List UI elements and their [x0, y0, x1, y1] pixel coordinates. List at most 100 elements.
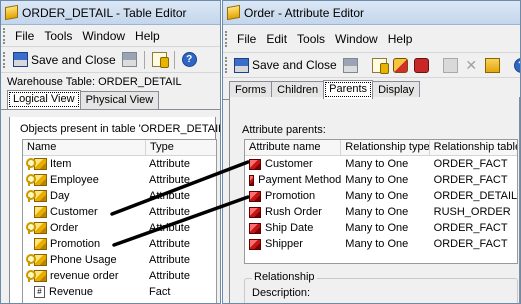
delete-x-icon: ✕	[465, 56, 478, 73]
keys-button[interactable]	[390, 55, 411, 76]
table-row[interactable]: Item Attribute	[23, 156, 216, 172]
attribute-icon	[34, 254, 47, 266]
parent-attribute-icon	[249, 238, 261, 250]
table-row[interactable]: Order Attribute	[23, 220, 216, 236]
key-icon	[25, 158, 36, 170]
menu-help[interactable]: Help	[383, 32, 418, 46]
row-name-cell: Shipper	[245, 236, 341, 252]
column-header-attribute-name[interactable]: Attribute name	[245, 140, 342, 155]
tab-physical-view[interactable]: Physical View	[79, 91, 160, 109]
menu-edit[interactable]: Edit	[261, 32, 292, 46]
save-button[interactable]	[340, 55, 361, 76]
attribute-editor-titlebar[interactable]: Order - Attribute Editor	[223, 1, 520, 25]
table-editor-window: ORDER_DETAIL - Table Editor File Tools W…	[0, 0, 221, 304]
row-relationship-type: Many to One	[345, 190, 409, 202]
table-row[interactable]: revenue order Attribute	[23, 268, 216, 284]
objects-list[interactable]: Name Type Item Attribute Employee Attribute…	[22, 139, 217, 303]
row-name: Rush Order	[265, 206, 322, 218]
table-row[interactable]: Day Attribute	[23, 188, 216, 204]
row-type: Fact	[149, 286, 171, 298]
table-row[interactable]: Payment Method Many to One ORDER_FACT	[245, 172, 517, 188]
menu-file[interactable]: File	[10, 29, 39, 43]
row-name-cell: Employee	[23, 172, 146, 188]
row-name: Payment Method	[258, 174, 342, 186]
table-row[interactable]: Promotion Attribute	[23, 236, 216, 252]
menu-tools[interactable]: Tools	[292, 32, 330, 46]
row-type: Attribute	[149, 190, 190, 202]
row-name-cell: Day	[23, 188, 146, 204]
properties-icon	[371, 57, 389, 74]
parent-attribute-icon	[249, 222, 261, 234]
attribute-editor-window: Order - Attribute Editor File Edit Tools…	[222, 0, 521, 304]
properties-button[interactable]	[149, 49, 170, 70]
parent-attribute-icon	[249, 158, 261, 170]
save-and-close-label: Save and Close	[31, 52, 116, 67]
row-name-cell: revenue order	[23, 268, 146, 284]
hierarchy-button[interactable]	[482, 55, 503, 76]
column-header-relationship-type[interactable]: Relationship type	[341, 140, 430, 155]
attribute-relations-button[interactable]	[411, 55, 432, 76]
table-editor-titlebar[interactable]: ORDER_DETAIL - Table Editor	[1, 1, 220, 25]
attribute-parents-list[interactable]: Attribute name Relationship type Relatio…	[244, 139, 518, 264]
row-relationship-type: Many to One	[345, 174, 409, 186]
row-relationship-table: ORDER_DETAIL	[433, 190, 517, 202]
save-and-close-button[interactable]: Save and Close	[10, 49, 119, 70]
save-and-close-button[interactable]: Save and Close	[231, 55, 340, 76]
attribute-parents-label: Attribute parents:	[242, 124, 326, 136]
key-icon	[25, 190, 36, 202]
column-header-relationship-table[interactable]: Relationship table	[430, 140, 517, 155]
table-row[interactable]: Employee Attribute	[23, 172, 216, 188]
help-icon: ?	[181, 52, 197, 67]
edit-icon	[442, 57, 458, 73]
table-row[interactable]: Promotion Many to One ORDER_DETAIL	[245, 188, 517, 204]
table-row[interactable]: # Revenue Fact	[23, 284, 216, 300]
menu-window[interactable]: Window	[77, 29, 130, 43]
table-row[interactable]: Customer Attribute	[23, 204, 216, 220]
table-row[interactable]: Ship Date Many to One ORDER_FACT	[245, 220, 517, 236]
menu-window[interactable]: Window	[330, 32, 383, 46]
properties-button[interactable]	[369, 55, 390, 76]
delete-button[interactable]: ✕	[461, 55, 482, 76]
menu-help[interactable]: Help	[130, 29, 165, 43]
column-header-type[interactable]: Type	[146, 140, 216, 155]
table-row[interactable]: Shipper Many to One ORDER_FACT	[245, 236, 517, 252]
objects-present-label: Objects present in table 'ORDER_DETAIL':	[20, 123, 221, 135]
row-relationship-type: Many to One	[345, 238, 409, 250]
row-name: Phone Usage	[50, 254, 117, 266]
edit-button[interactable]	[440, 55, 461, 76]
column-header-name[interactable]: Name	[23, 140, 146, 155]
toolbar-grip-icon[interactable]	[225, 57, 227, 73]
fact-icon: #	[34, 286, 45, 298]
attribute-editor-app-icon	[227, 4, 240, 21]
row-name: Employee	[50, 174, 99, 186]
row-relationship-table: ORDER_FACT	[433, 174, 508, 186]
table-row[interactable]: Phone Usage Attribute	[23, 252, 216, 268]
save-and-close-label: Save and Close	[252, 58, 337, 72]
help-button[interactable]: ?	[179, 49, 200, 70]
toolbar-grip-icon[interactable]	[3, 51, 6, 68]
row-name: Order	[50, 222, 79, 234]
tab-logical-view[interactable]: Logical View	[7, 90, 81, 109]
menu-tools[interactable]: Tools	[39, 29, 77, 43]
row-relationship-table: ORDER_FACT	[433, 158, 508, 170]
toolbar-separator	[173, 50, 175, 69]
row-type: Attribute	[149, 270, 190, 282]
save-button[interactable]	[119, 49, 140, 70]
toolbar-separator	[143, 50, 145, 69]
menu-file[interactable]: File	[232, 32, 261, 46]
attribute-editor-toolbar: Save and Close ✕ ?	[223, 53, 520, 78]
parent-attribute-icon	[249, 174, 255, 186]
menubar-grip-icon[interactable]	[225, 30, 228, 47]
objects-list-header: Name Type	[23, 140, 216, 156]
table-editor-menubar: File Tools Window Help	[1, 25, 220, 47]
row-name-cell: Rush Order	[245, 204, 341, 220]
help-button[interactable]: ?	[511, 55, 520, 76]
row-name: Promotion	[265, 190, 316, 202]
attribute-icon	[34, 158, 47, 170]
tab-parents[interactable]: Parents	[323, 80, 374, 99]
row-name-cell: Payment Method	[245, 172, 341, 188]
table-row[interactable]: Customer Many to One ORDER_FACT	[245, 156, 517, 172]
menubar-grip-icon[interactable]	[3, 27, 6, 44]
table-row[interactable]: Rush Order Many to One RUSH_ORDER	[245, 204, 517, 220]
parents-list-rows: Customer Many to One ORDER_FACT Payment Met…	[245, 156, 517, 252]
